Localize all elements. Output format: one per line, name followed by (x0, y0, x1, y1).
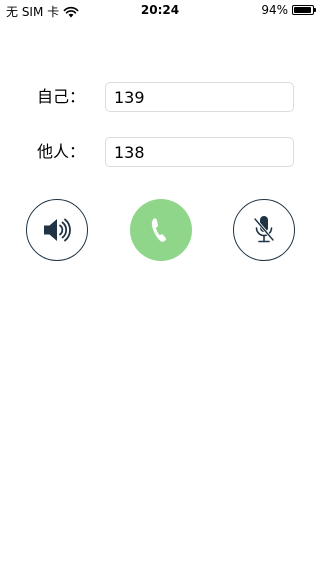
speaker-button[interactable] (26, 199, 88, 261)
speaker-icon (44, 218, 71, 242)
battery-status: 94% (261, 3, 316, 17)
status-bar: 无 SIM 卡 20:24 94% (0, 0, 320, 20)
other-number-row: 他人： (0, 137, 320, 167)
self-number-input[interactable] (105, 82, 294, 112)
self-label: 自己： (37, 87, 86, 106)
mic-muted-icon (253, 216, 275, 243)
call-button[interactable] (130, 199, 192, 261)
battery-percent: 94% (261, 3, 288, 17)
mute-button[interactable] (233, 199, 295, 261)
phone-screen: 无 SIM 卡 20:24 94% 自己： 他人： (0, 0, 320, 568)
other-number-input[interactable] (105, 137, 294, 167)
phone-icon (151, 218, 167, 242)
battery-fill (294, 7, 311, 13)
self-number-row: 自己： (0, 82, 320, 112)
other-label: 他人： (37, 142, 86, 161)
battery-icon (292, 5, 316, 15)
